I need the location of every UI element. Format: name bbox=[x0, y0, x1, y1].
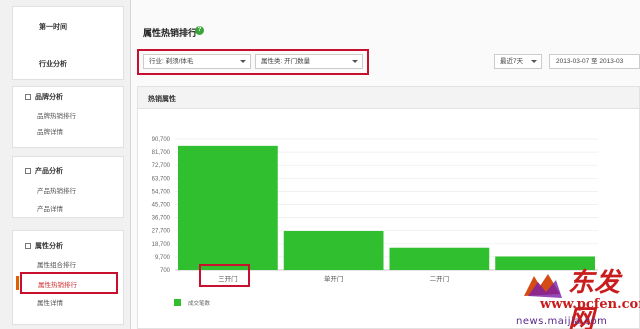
x-tick-label: 单开门 bbox=[324, 274, 344, 283]
y-tick-label: 45,700 bbox=[152, 203, 171, 209]
bar[interactable] bbox=[178, 145, 278, 270]
legend-label: 成交笔数 bbox=[188, 301, 211, 307]
y-tick-label: 700 bbox=[160, 268, 171, 274]
category-highlight-frame bbox=[199, 264, 250, 287]
y-tick-label: 63,700 bbox=[152, 176, 171, 182]
y-tick-label: 90,700 bbox=[152, 137, 171, 143]
bar[interactable] bbox=[283, 230, 384, 270]
y-tick-label: 36,700 bbox=[152, 216, 171, 222]
y-tick-label: 27,700 bbox=[152, 229, 171, 235]
y-tick-label: 18,700 bbox=[152, 242, 171, 248]
y-tick-label: 54,700 bbox=[152, 189, 171, 195]
y-tick-label: 9,700 bbox=[155, 255, 171, 261]
watermark-url: news.maijia.com bbox=[516, 316, 608, 327]
y-tick-label: 72,700 bbox=[152, 163, 171, 169]
bar[interactable] bbox=[389, 247, 490, 270]
y-tick-label: 81,700 bbox=[152, 150, 171, 156]
x-tick-label: 二开门 bbox=[430, 274, 450, 283]
legend-swatch[interactable] bbox=[174, 299, 181, 306]
watermark-logo-icon bbox=[524, 274, 562, 298]
watermark-site: www.pcfen.com bbox=[540, 297, 640, 312]
